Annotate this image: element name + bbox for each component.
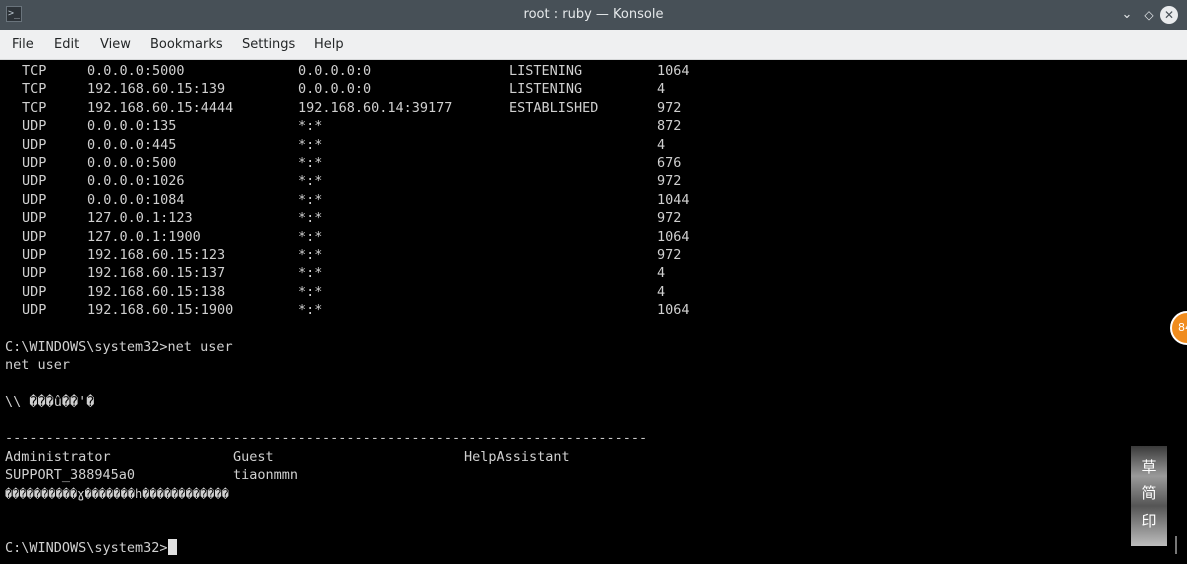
netstat-pid: 972 bbox=[657, 247, 682, 263]
netstat-proto: UDP bbox=[22, 155, 47, 171]
seal-glyph: 草 bbox=[1141, 458, 1157, 476]
netstat-proto: UDP bbox=[22, 302, 47, 319]
netstat-foreign-address: *:* bbox=[298, 210, 323, 227]
netstat-pid: 4 bbox=[657, 136, 666, 153]
netstat-foreign-address: *:* bbox=[298, 136, 323, 153]
netstat-local-address: 0.0.0.0:1026 bbox=[87, 173, 185, 190]
menu-edit[interactable]: Edit bbox=[54, 30, 79, 60]
netstat-local-address: 0.0.0.0:5000 bbox=[87, 63, 185, 79]
netstat-foreign-address: *:* bbox=[298, 191, 323, 208]
netstat-proto: UDP bbox=[22, 247, 47, 263]
minimize-chevron-icon[interactable]: ⌄ bbox=[1118, 6, 1136, 24]
netstat-foreign-address: *:* bbox=[298, 173, 323, 190]
menu-view[interactable]: View bbox=[100, 30, 131, 60]
window-title: root : ruby — Konsole bbox=[523, 7, 664, 22]
netstat-foreign-address: *:* bbox=[298, 302, 323, 319]
netstat-proto: UDP bbox=[22, 118, 47, 135]
separator-line: ----------------------------------------… bbox=[5, 430, 648, 446]
netstat-foreign-address: *:* bbox=[298, 155, 323, 171]
netstat-state: ESTABLISHED bbox=[509, 99, 599, 116]
garbled-header: \\ ���û��'� bbox=[5, 394, 95, 410]
netstat-proto: UDP bbox=[22, 228, 47, 245]
user-support: SUPPORT_388945a0 bbox=[5, 467, 136, 483]
netstat-local-address: 0.0.0.0:1084 bbox=[87, 191, 185, 208]
netstat-local-address: 192.168.60.15:137 bbox=[87, 265, 226, 282]
garbled-footer: ����������ɣ�������һ������������ bbox=[5, 487, 229, 501]
netstat-pid: 1064 bbox=[657, 228, 690, 245]
netstat-local-address: 192.168.60.15:138 bbox=[87, 283, 226, 300]
user-administrator: Administrator bbox=[5, 449, 111, 465]
seal-glyph: 简 bbox=[1141, 484, 1157, 502]
netstat-foreign-address: *:* bbox=[298, 283, 323, 300]
text-cursor bbox=[167, 539, 177, 555]
netstat-local-address: 0.0.0.0:445 bbox=[87, 136, 177, 153]
netstat-proto: UDP bbox=[22, 283, 47, 300]
title-bar: >_ root : ruby — Konsole ⌄ ◇ ✕ bbox=[0, 0, 1187, 30]
netstat-foreign-address: 0.0.0.0:0 bbox=[298, 81, 372, 98]
final-prompt[interactable]: C:\WINDOWS\system32> bbox=[5, 539, 177, 557]
command-line: C:\WINDOWS\system32>net user bbox=[5, 339, 233, 355]
netstat-proto: UDP bbox=[22, 173, 47, 190]
netstat-pid: 4 bbox=[657, 81, 666, 98]
netstat-pid: 676 bbox=[657, 155, 682, 171]
menu-file[interactable]: File bbox=[12, 30, 34, 60]
seal-glyph: 印 bbox=[1141, 512, 1157, 530]
netstat-foreign-address: 192.168.60.14:39177 bbox=[298, 99, 453, 116]
netstat-proto: UDP bbox=[22, 210, 47, 227]
netstat-local-address: 0.0.0.0:500 bbox=[87, 155, 177, 171]
netstat-local-address: 127.0.0.1:123 bbox=[87, 210, 193, 227]
scrollbar-marker[interactable] bbox=[1175, 536, 1177, 554]
netstat-proto: TCP bbox=[22, 63, 47, 79]
netstat-pid: 1044 bbox=[657, 191, 690, 208]
netstat-foreign-address: *:* bbox=[298, 247, 323, 263]
netstat-foreign-address: *:* bbox=[298, 228, 323, 245]
close-icon[interactable]: ✕ bbox=[1160, 6, 1178, 24]
netstat-proto: UDP bbox=[22, 265, 47, 282]
netstat-pid: 1064 bbox=[657, 302, 690, 319]
netstat-pid: 972 bbox=[657, 173, 682, 190]
maximize-diamond-icon[interactable]: ◇ bbox=[1140, 6, 1158, 24]
netstat-proto: UDP bbox=[22, 136, 47, 153]
command-echo: net user bbox=[5, 357, 71, 373]
netstat-foreign-address: *:* bbox=[298, 118, 323, 135]
user-guest: Guest bbox=[233, 449, 274, 465]
netstat-proto: UDP bbox=[22, 191, 47, 208]
seal-stamp-image: 草 简 印 bbox=[1131, 446, 1167, 546]
netstat-local-address: 192.168.60.15:1900 bbox=[87, 302, 234, 319]
user-tiaonmmn: tiaonmmn bbox=[233, 467, 299, 483]
netstat-pid: 872 bbox=[657, 118, 682, 135]
netstat-local-address: 192.168.60.15:139 bbox=[87, 81, 226, 98]
netstat-proto: TCP bbox=[22, 99, 47, 116]
netstat-pid: 1064 bbox=[657, 63, 690, 79]
prompt-text: C:\WINDOWS\system32> bbox=[5, 540, 168, 556]
netstat-foreign-address: *:* bbox=[298, 265, 323, 282]
netstat-pid: 972 bbox=[657, 210, 682, 227]
netstat-pid: 4 bbox=[657, 283, 666, 300]
netstat-pid: 972 bbox=[657, 99, 682, 116]
netstat-local-address: 0.0.0.0:135 bbox=[87, 118, 177, 135]
netstat-foreign-address: 0.0.0.0:0 bbox=[298, 63, 372, 79]
netstat-state: LISTENING bbox=[509, 81, 583, 98]
menu-bar: File Edit View Bookmarks Settings Help bbox=[0, 30, 1187, 60]
menu-settings[interactable]: Settings bbox=[242, 30, 295, 60]
netstat-pid: 4 bbox=[657, 265, 666, 282]
netstat-local-address: 192.168.60.15:123 bbox=[87, 247, 226, 263]
menu-bookmarks[interactable]: Bookmarks bbox=[150, 30, 223, 60]
netstat-local-address: 127.0.0.1:1900 bbox=[87, 228, 201, 245]
netstat-proto: TCP bbox=[22, 81, 47, 98]
user-helpassistant: HelpAssistant bbox=[464, 449, 570, 465]
menu-help[interactable]: Help bbox=[314, 30, 344, 60]
netstat-local-address: 192.168.60.15:4444 bbox=[87, 99, 234, 116]
netstat-state: LISTENING bbox=[509, 63, 583, 79]
terminal-output[interactable]: TCP 0.0.0.0:5000 0.0.0.0:0 LISTENING 1064 TCP… bbox=[0, 60, 1187, 564]
